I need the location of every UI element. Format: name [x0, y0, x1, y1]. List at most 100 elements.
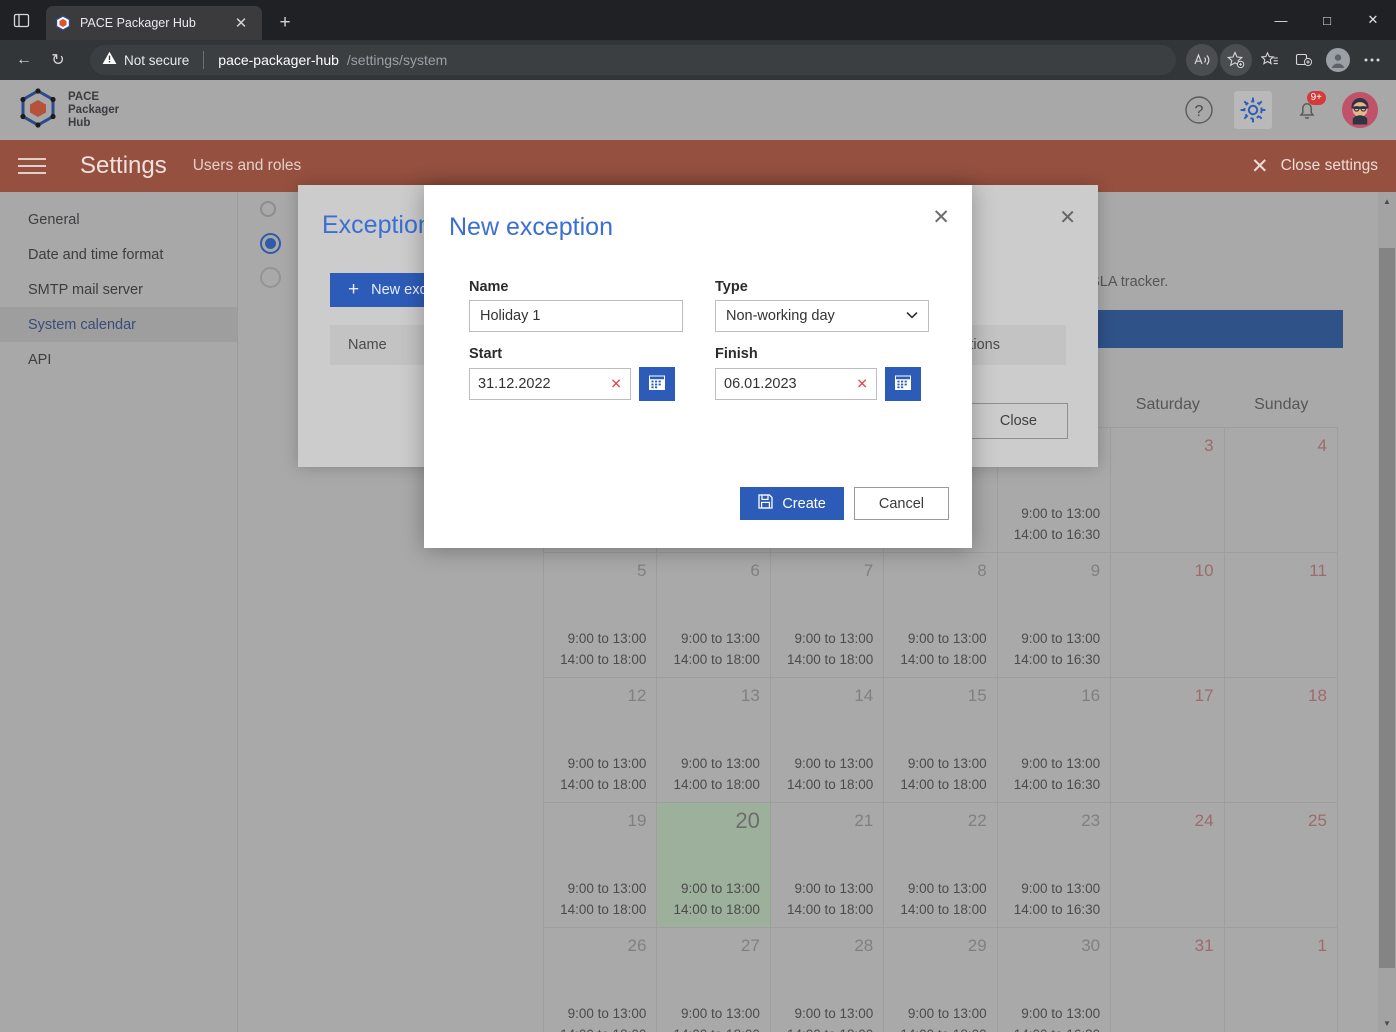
- calendar-day-cell[interactable]: 10: [1111, 553, 1225, 677]
- calendar-day-cell[interactable]: 29 9:00 to 13:00 14:00 to 18:00: [884, 928, 998, 1032]
- vertical-scrollbar[interactable]: ▲ ▼: [1378, 192, 1396, 1032]
- calendar-day-cell[interactable]: 24: [1111, 803, 1225, 927]
- type-select[interactable]: Non-working day: [715, 300, 929, 332]
- sidebar-item-general[interactable]: General: [0, 202, 237, 237]
- exceptions-close-button[interactable]: Close: [968, 403, 1068, 439]
- browser-tab[interactable]: PACE Packager Hub ✕: [46, 6, 262, 40]
- collections-icon[interactable]: [1288, 44, 1320, 76]
- gear-icon[interactable]: [1234, 91, 1272, 129]
- calendar-day-cell[interactable]: 4: [1225, 428, 1338, 552]
- calendar-day-cell[interactable]: 18: [1225, 678, 1338, 802]
- settings-more-icon[interactable]: [1356, 44, 1388, 76]
- clear-finish-date-icon[interactable]: ✕: [856, 376, 868, 393]
- tab-close-icon[interactable]: ✕: [228, 10, 254, 36]
- reload-button[interactable]: ↻: [42, 44, 74, 76]
- calendar-day-cell[interactable]: 8 9:00 to 13:00 14:00 to 18:00: [884, 553, 998, 677]
- calendar-day-cell[interactable]: 31: [1111, 928, 1225, 1032]
- app-header-actions: ? 9+: [1180, 91, 1378, 129]
- new-exception-dialog-title: New exception: [449, 213, 613, 241]
- calendar-day-cell[interactable]: 11: [1225, 553, 1338, 677]
- start-date-input[interactable]: 31.12.2022 ✕: [469, 368, 631, 400]
- radio-option-3[interactable]: [260, 266, 281, 288]
- browser-addressbar: ← ↻ Not secure pace-packager-hub /settin…: [0, 40, 1396, 80]
- calendar-day-number: 16: [1081, 686, 1101, 705]
- finish-label: Finish: [715, 346, 758, 362]
- radio-row-3[interactable]: [260, 260, 281, 294]
- scroll-up-arrow-icon[interactable]: ▲: [1378, 192, 1396, 210]
- avatar[interactable]: [1342, 92, 1378, 128]
- calendar-day-cell[interactable]: 25: [1225, 803, 1338, 927]
- name-input[interactable]: Holiday 1: [469, 300, 683, 332]
- omnibox-separator: [203, 51, 205, 69]
- calendar-day-cell[interactable]: 22 9:00 to 13:00 14:00 to 18:00: [884, 803, 998, 927]
- finish-date-picker-button[interactable]: [885, 367, 921, 401]
- sidebar-item-system-calendar[interactable]: System calendar: [0, 307, 237, 342]
- maximize-button[interactable]: □: [1304, 0, 1350, 40]
- calendar-day-cell[interactable]: 27 9:00 to 13:00 14:00 to 18:00: [657, 928, 771, 1032]
- calendar-day-cell[interactable]: 7 9:00 to 13:00 14:00 to 18:00: [771, 553, 885, 677]
- app-logo[interactable]: PACE Packager Hub: [18, 87, 119, 133]
- notifications-bell-icon[interactable]: 9+: [1288, 91, 1326, 129]
- calendar-day-cell[interactable]: 19 9:00 to 13:00 14:00 to 18:00: [544, 803, 658, 927]
- calendar-hours-line: 9:00 to 13:00: [1021, 506, 1101, 521]
- calendar-head-sunday: Sunday: [1254, 395, 1309, 413]
- help-icon[interactable]: ?: [1180, 91, 1218, 129]
- clear-start-date-icon[interactable]: ✕: [610, 376, 622, 393]
- calendar-day-hours: 9:00 to 13:00 14:00 to 18:00: [900, 753, 986, 795]
- calendar-day-cell[interactable]: 28 9:00 to 13:00 14:00 to 18:00: [771, 928, 885, 1032]
- calendar-day-cell[interactable]: 20 9:00 to 13:00 14:00 to 18:00: [657, 803, 771, 927]
- exceptions-dialog-close-icon[interactable]: ✕: [1059, 205, 1076, 230]
- calendar-hours-line: 14:00 to 16:30: [1014, 1024, 1100, 1032]
- start-date-picker-button[interactable]: [639, 367, 675, 401]
- security-indicator[interactable]: Not secure: [102, 51, 189, 70]
- calendar-day-hours: 9:00 to 13:00 14:00 to 18:00: [560, 753, 646, 795]
- sidebar-item-date-and-time-format[interactable]: Date and time format: [0, 237, 237, 272]
- calendar-day-cell[interactable]: 30 9:00 to 13:00 14:00 to 16:30: [998, 928, 1112, 1032]
- calendar-day-cell[interactable]: 16 9:00 to 13:00 14:00 to 16:30: [998, 678, 1112, 802]
- scrollbar-thumb[interactable]: [1379, 248, 1395, 968]
- calendar-day-number: 24: [1194, 811, 1214, 830]
- calendar-day-cell[interactable]: 14 9:00 to 13:00 14:00 to 18:00: [771, 678, 885, 802]
- radio-option-2-selected[interactable]: [260, 232, 281, 254]
- sidebar-item-api[interactable]: API: [0, 342, 237, 377]
- calendar-day-cell[interactable]: 15 9:00 to 13:00 14:00 to 18:00: [884, 678, 998, 802]
- hamburger-menu-icon[interactable]: [18, 158, 46, 174]
- calendar-day-number: 5: [636, 561, 647, 580]
- calendar-day-cell[interactable]: 26 9:00 to 13:00 14:00 to 18:00: [544, 928, 658, 1032]
- add-favorite-icon[interactable]: [1220, 44, 1252, 76]
- close-window-button[interactable]: ✕: [1350, 0, 1396, 40]
- tab-users-and-roles[interactable]: Users and roles: [193, 157, 302, 175]
- calendar-day-number: 14: [854, 686, 874, 705]
- calendar-day-cell[interactable]: 12 9:00 to 13:00 14:00 to 18:00: [544, 678, 658, 802]
- scroll-down-arrow-icon[interactable]: ▼: [1378, 1014, 1396, 1032]
- radio-row-1[interactable]: [260, 192, 281, 226]
- calendar-day-cell[interactable]: 9 9:00 to 13:00 14:00 to 16:30: [998, 553, 1112, 677]
- cancel-button[interactable]: Cancel: [853, 487, 949, 520]
- new-exception-dialog-close-icon[interactable]: ✕: [932, 207, 950, 228]
- calendar-day-cell[interactable]: 21 9:00 to 13:00 14:00 to 18:00: [771, 803, 885, 927]
- calendar-hours-line: 9:00 to 13:00: [907, 631, 987, 646]
- calendar-day-cell[interactable]: 13 9:00 to 13:00 14:00 to 18:00: [657, 678, 771, 802]
- minimize-button[interactable]: —: [1258, 0, 1304, 40]
- calendar-day-cell[interactable]: 1: [1225, 928, 1338, 1032]
- new-tab-button[interactable]: +: [272, 10, 298, 36]
- back-button[interactable]: ←: [8, 44, 40, 76]
- sidebar-item-smtp-mail-server[interactable]: SMTP mail server: [0, 272, 237, 307]
- finish-date-input[interactable]: 06.01.2023 ✕: [715, 368, 877, 400]
- create-button[interactable]: Create: [740, 487, 844, 520]
- calendar-day-hours: 9:00 to 13:00 14:00 to 18:00: [674, 1003, 760, 1032]
- calendar-day-cell[interactable]: 5 9:00 to 13:00 14:00 to 18:00: [544, 553, 658, 677]
- read-aloud-icon[interactable]: [1186, 44, 1218, 76]
- calendar-day-cell[interactable]: 6 9:00 to 13:00 14:00 to 18:00: [657, 553, 771, 677]
- radio-row-2[interactable]: [260, 226, 281, 260]
- calendar-day-cell[interactable]: 17: [1111, 678, 1225, 802]
- radio-option-1[interactable]: [260, 201, 276, 217]
- favorites-icon[interactable]: [1254, 44, 1286, 76]
- calendar-hours-line: 14:00 to 18:00: [900, 1024, 986, 1032]
- close-settings-button[interactable]: ✕ Close settings: [1251, 154, 1378, 179]
- address-input[interactable]: Not secure pace-packager-hub /settings/s…: [90, 45, 1176, 75]
- calendar-day-cell[interactable]: 3: [1111, 428, 1225, 552]
- tab-actions-icon[interactable]: [0, 0, 42, 40]
- calendar-day-cell[interactable]: 23 9:00 to 13:00 14:00 to 16:30: [998, 803, 1112, 927]
- profile-icon[interactable]: [1322, 44, 1354, 76]
